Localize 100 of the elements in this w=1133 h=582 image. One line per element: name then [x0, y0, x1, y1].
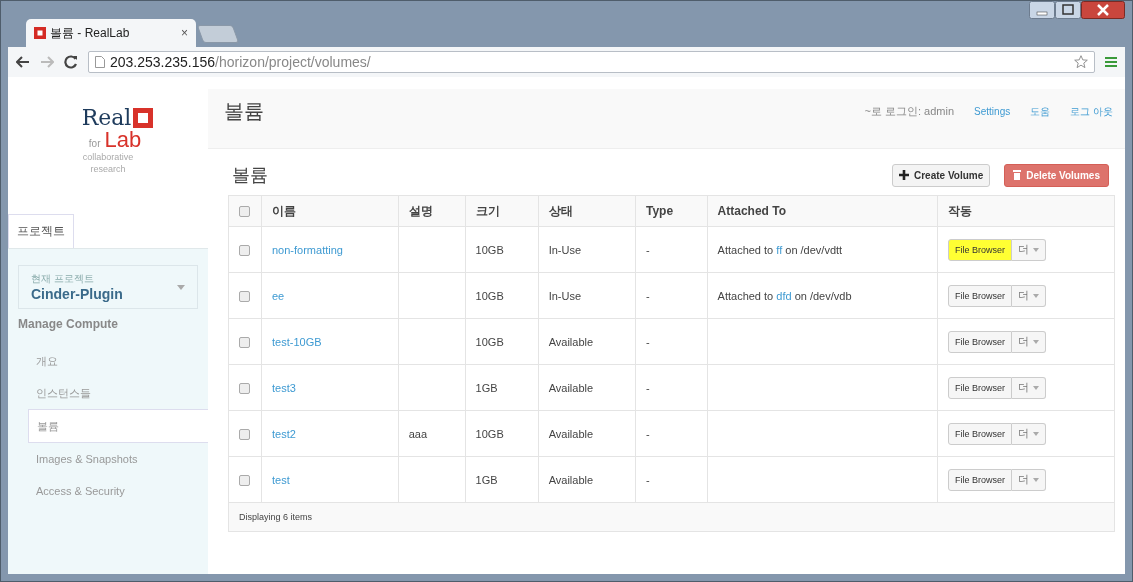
file-browser-button[interactable]: File Browser — [947, 330, 1012, 353]
logo-text: research — [90, 163, 126, 175]
column-header: 상태 — [538, 195, 636, 227]
select-all-checkbox[interactable] — [239, 206, 250, 218]
column-header: Attached To — [707, 195, 938, 227]
create-volume-button[interactable]: Create Volume — [891, 163, 991, 187]
project-selector[interactable]: 현재 프로젝트 Cinder-Plugin — [18, 265, 198, 309]
delete-volumes-button[interactable]: Delete Volumes — [1004, 163, 1109, 187]
table-cell: 10GB — [475, 427, 504, 440]
volume-name-link[interactable]: test-10GB — [272, 335, 322, 348]
caret-icon — [1033, 293, 1039, 298]
row-checkbox[interactable] — [239, 428, 250, 440]
table-cell: 1GB — [475, 473, 498, 486]
table-cell: 10GB — [475, 335, 504, 348]
row-checkbox[interactable] — [239, 244, 250, 256]
column-header: 이름 — [261, 195, 399, 227]
column-header: 작동 — [937, 195, 1115, 227]
maximize-icon[interactable] — [1055, 1, 1081, 19]
project-name: Cinder-Plugin — [31, 286, 123, 302]
star-icon[interactable] — [1074, 55, 1088, 69]
file-browser-button[interactable]: File Browser — [947, 376, 1012, 399]
file-browser-button[interactable]: File Browser — [947, 284, 1012, 307]
file-browser-button[interactable]: File Browser — [947, 422, 1012, 445]
more-dropdown-button[interactable]: 더 — [1012, 422, 1046, 445]
file-browser-button[interactable]: File Browser — [947, 468, 1012, 491]
caret-icon — [1033, 247, 1039, 252]
sidebar-item[interactable]: 볼륨 — [28, 409, 208, 443]
logo-text: collaborative — [82, 151, 134, 163]
cube-logo-icon — [132, 107, 155, 129]
user-label: ~로 로그인: admin — [864, 104, 955, 119]
instance-link[interactable]: dfd — [776, 289, 792, 302]
browser-tab[interactable]: 볼륨 - RealLab × — [26, 19, 196, 47]
close-icon[interactable] — [1081, 1, 1125, 19]
instance-link[interactable]: ff — [776, 243, 783, 256]
logo-text: Lab — [104, 129, 142, 151]
new-tab-button[interactable] — [196, 25, 240, 43]
menu-icon[interactable] — [1105, 56, 1117, 68]
page-icon — [95, 56, 105, 68]
column-header: 크기 — [465, 195, 539, 227]
project-label: 현재 프로젝트 — [31, 272, 95, 286]
caret-icon — [177, 284, 185, 290]
item-count: Displaying 6 items — [239, 512, 313, 522]
section-heading: Manage Compute — [17, 316, 119, 333]
volume-name-link[interactable]: test3 — [272, 381, 296, 394]
header-link[interactable]: Settings — [974, 106, 1011, 117]
table-cell: 1GB — [475, 381, 498, 394]
sidebar-item[interactable]: Access & Security — [8, 475, 208, 507]
caret-icon — [1033, 339, 1039, 344]
url-text: 203.253.235.156/horizon/project/volumes/ — [110, 54, 371, 70]
table-cell: aaa — [408, 427, 428, 440]
address-bar[interactable]: 203.253.235.156/horizon/project/volumes/ — [88, 51, 1095, 73]
row-checkbox[interactable] — [239, 382, 250, 394]
volume-name-link[interactable]: test2 — [272, 427, 296, 440]
table-cell: Available — [548, 335, 594, 348]
sidebar-item[interactable]: 인스턴스들 — [8, 377, 208, 409]
table-cell: 10GB — [475, 243, 504, 256]
column-header: 설명 — [398, 195, 466, 227]
caret-icon — [1033, 385, 1039, 390]
more-dropdown-button[interactable]: 더 — [1012, 330, 1046, 353]
table-cell: - — [646, 335, 650, 348]
plus-icon — [898, 170, 909, 180]
page-heading: 볼륨 — [224, 99, 264, 124]
header-link[interactable]: 도움 — [1030, 104, 1051, 119]
tab-close-button[interactable]: × — [181, 26, 188, 40]
reload-icon[interactable] — [64, 55, 78, 69]
sidebar-item[interactable]: 개요 — [8, 345, 208, 377]
volume-name-link[interactable]: ee — [272, 289, 285, 302]
table-cell: - — [646, 289, 650, 302]
table-cell: 10GB — [475, 289, 504, 302]
more-dropdown-button[interactable]: 더 — [1012, 238, 1046, 261]
table-cell: - — [646, 473, 650, 486]
logo-text: Real — [81, 107, 132, 129]
attachment-text: Attached to dfd on /dev/vdb — [717, 289, 852, 302]
volume-name-link[interactable]: test — [272, 473, 290, 486]
row-checkbox[interactable] — [239, 336, 250, 348]
sidebar-tab[interactable]: 프로젝트 — [8, 214, 74, 248]
back-arrow-icon[interactable] — [16, 56, 30, 68]
sidebar-item[interactable]: Images & Snapshots — [8, 443, 208, 475]
forward-arrow-icon[interactable] — [40, 56, 54, 68]
logo-text: for — [88, 138, 101, 149]
header-link[interactable]: 로그 아웃 — [1070, 104, 1113, 119]
more-dropdown-button[interactable]: 더 — [1012, 284, 1046, 307]
column-header: Type — [635, 195, 708, 227]
volume-name-link[interactable]: non-formatting — [272, 243, 343, 256]
minimize-icon[interactable] — [1029, 1, 1055, 19]
caret-icon — [1033, 431, 1039, 436]
more-dropdown-button[interactable]: 더 — [1012, 376, 1046, 399]
attachment-text: Attached to ff on /dev/vdtt — [717, 243, 843, 256]
row-checkbox[interactable] — [239, 290, 250, 302]
table-title: 볼륨 — [232, 164, 268, 187]
table-cell: - — [646, 243, 650, 256]
table-cell: In-Use — [548, 243, 582, 256]
table-cell: - — [646, 381, 650, 394]
file-browser-button[interactable]: File Browser — [947, 238, 1012, 261]
table-cell: Available — [548, 381, 594, 394]
tab-title: 볼륨 - RealLab — [50, 24, 131, 42]
row-checkbox[interactable] — [239, 474, 250, 486]
more-dropdown-button[interactable]: 더 — [1012, 468, 1046, 491]
trash-icon — [1013, 170, 1022, 180]
table-cell: Available — [548, 473, 594, 486]
